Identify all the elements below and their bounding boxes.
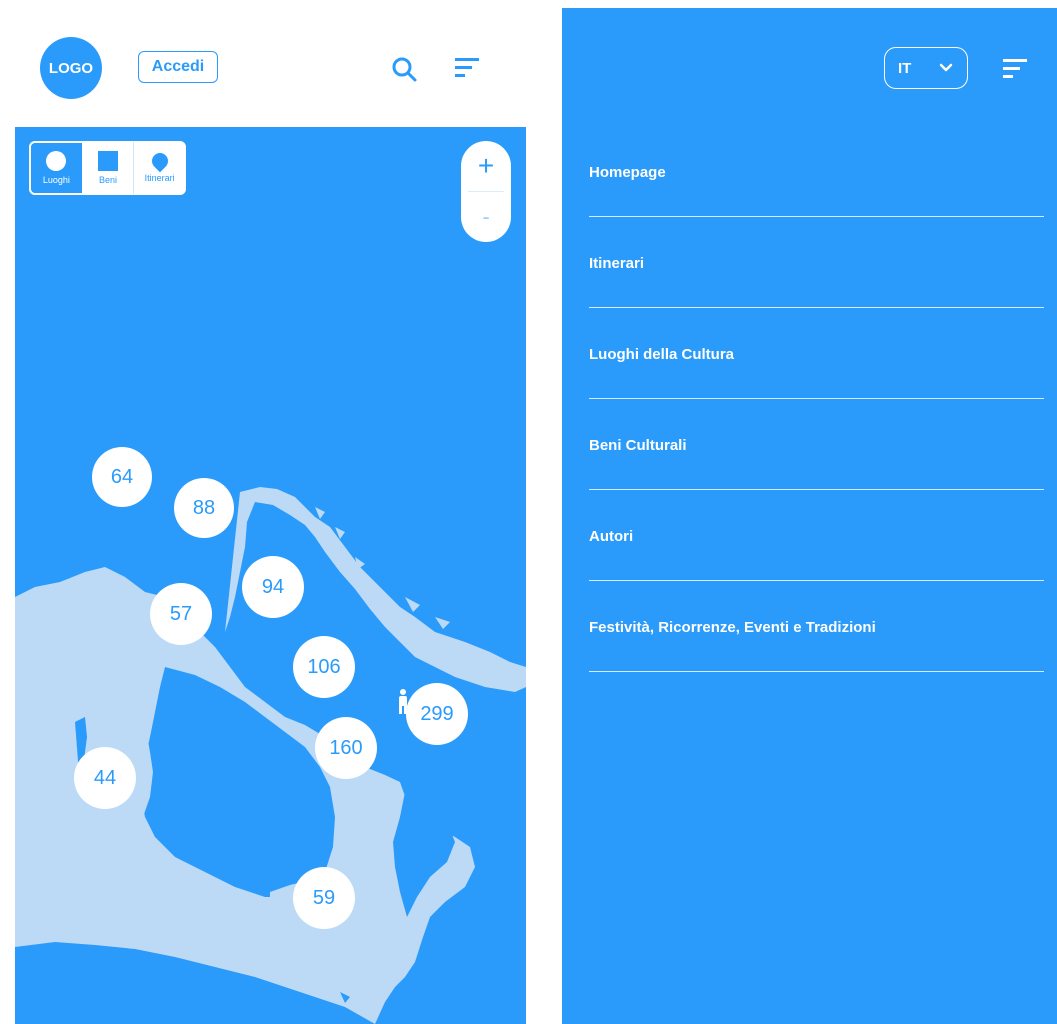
- nav-item-beni[interactable]: Beni Culturali: [589, 413, 1057, 504]
- menu-icon[interactable]: [453, 55, 481, 81]
- nav-item-label: Autori: [589, 528, 634, 545]
- language-select[interactable]: IT: [884, 47, 968, 89]
- zoom-out-button[interactable]: -: [461, 192, 511, 242]
- filter-beni[interactable]: Beni: [83, 142, 135, 194]
- nav-item-label: Festività, Ricorrenze, Eventi e Tradizio…: [589, 619, 876, 636]
- nav-item-itinerari[interactable]: Itinerari: [589, 231, 1057, 322]
- nav-item-autori[interactable]: Autori: [589, 504, 1057, 595]
- main-nav: Homepage Itinerari Luoghi della Cultura …: [589, 140, 1057, 686]
- nav-item-label: Itinerari: [589, 255, 645, 272]
- menu-screen: IT Homepage Itinerari Luoghi della Cultu…: [562, 8, 1057, 1024]
- map-cluster[interactable]: 299: [406, 683, 468, 745]
- nav-item-homepage[interactable]: Homepage: [589, 140, 1057, 231]
- map-cluster[interactable]: 160: [315, 717, 377, 779]
- map-cluster[interactable]: 44: [74, 747, 136, 809]
- map-cluster[interactable]: 94: [242, 556, 304, 618]
- filter-beni-label: Beni: [99, 175, 118, 185]
- zoom-in-button[interactable]: +: [461, 141, 511, 191]
- person-icon: [399, 689, 407, 714]
- map[interactable]: Luoghi Beni Itinerari + - 64 88 94 57 10…: [15, 127, 526, 1024]
- nav-item-festivita[interactable]: Festività, Ricorrenze, Eventi e Tradizio…: [589, 595, 1057, 686]
- circle-icon: [46, 151, 67, 171]
- menu-icon[interactable]: [1002, 57, 1028, 81]
- map-cluster[interactable]: 88: [174, 478, 234, 538]
- filter-segmented-control: Luoghi Beni Itinerari: [29, 141, 186, 195]
- square-icon: [98, 151, 118, 171]
- nav-item-label: Luoghi della Cultura: [589, 346, 734, 363]
- map-cluster[interactable]: 59: [293, 867, 355, 929]
- search-icon[interactable]: [390, 55, 418, 83]
- map-cluster[interactable]: 64: [92, 447, 152, 507]
- nav-item-luoghi[interactable]: Luoghi della Cultura: [589, 322, 1057, 413]
- filter-luoghi[interactable]: Luoghi: [30, 142, 83, 194]
- login-button[interactable]: Accedi: [138, 51, 218, 83]
- language-value: IT: [898, 59, 912, 77]
- zoom-control: + -: [461, 141, 511, 242]
- nav-item-label: Homepage: [589, 164, 666, 181]
- map-screen: LOGO Accedi Luoghi Beni Itinerari + - 64…: [0, 0, 540, 1024]
- nav-item-label: Beni Culturali: [589, 437, 687, 454]
- map-cluster[interactable]: 106: [293, 636, 355, 698]
- map-cluster[interactable]: 57: [150, 583, 212, 645]
- logo[interactable]: LOGO: [40, 37, 102, 99]
- filter-luoghi-label: Luoghi: [42, 175, 70, 185]
- chevron-down-icon: [939, 63, 953, 72]
- filter-itinerari-label: Itinerari: [144, 173, 175, 183]
- filter-itinerari[interactable]: Itinerari: [134, 142, 185, 194]
- pin-icon: [148, 149, 171, 173]
